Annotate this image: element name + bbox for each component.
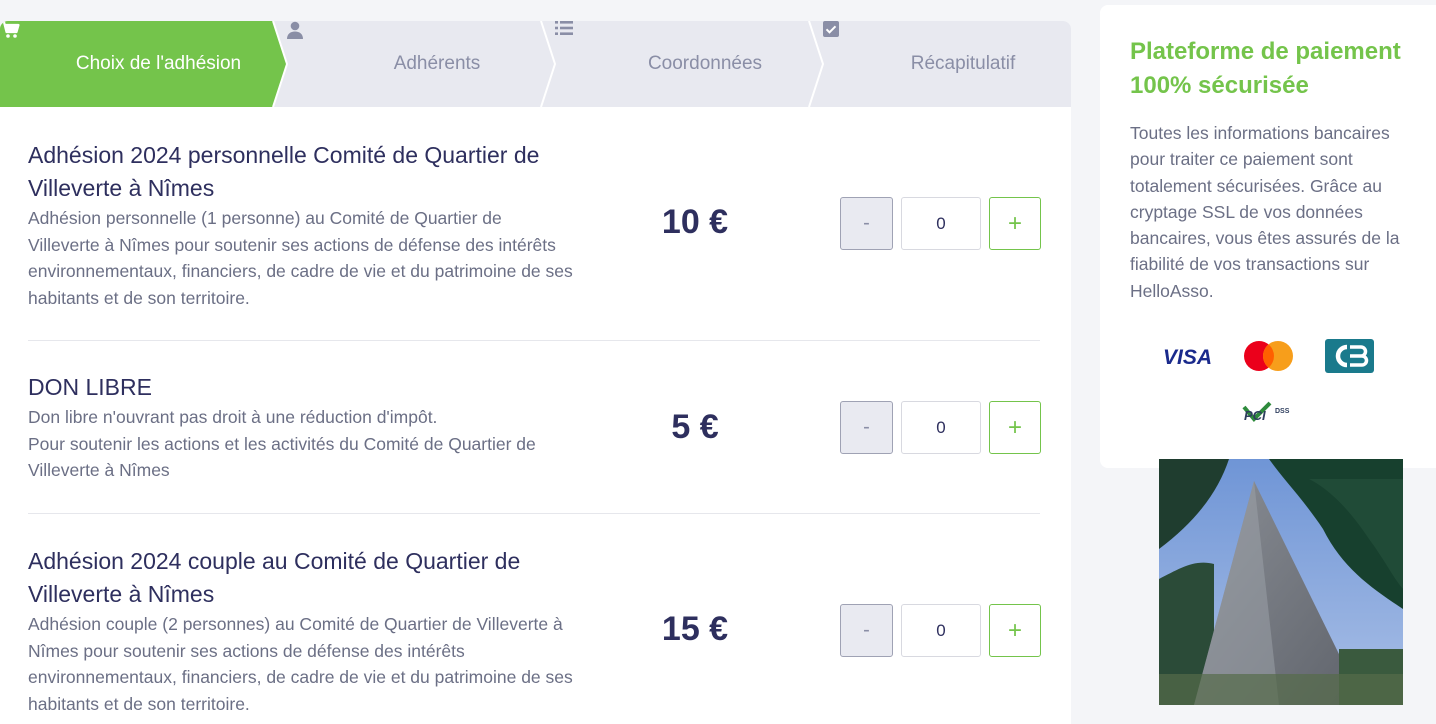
pci-text: PCI xyxy=(1244,408,1266,423)
visa-wordmark: VISA xyxy=(1163,346,1212,369)
quantity-stepper: - + xyxy=(840,604,1041,657)
step-recapitulatif[interactable]: Récapitulatif xyxy=(823,21,1071,107)
quantity-stepper: - + xyxy=(840,197,1041,250)
increment-button[interactable]: + xyxy=(989,604,1041,657)
quantity-input[interactable] xyxy=(901,401,981,454)
increment-button[interactable]: + xyxy=(989,401,1041,454)
step-adherents[interactable]: Adhérents xyxy=(287,21,555,107)
quantity-input[interactable] xyxy=(901,604,981,657)
increment-button[interactable]: + xyxy=(989,197,1041,250)
decrement-button[interactable]: - xyxy=(840,197,893,250)
pci-dss-logo: PCI DSS xyxy=(1242,401,1290,423)
stone-pyramid-image xyxy=(1159,459,1403,705)
visa-logo: VISA xyxy=(1163,346,1212,369)
step-label: Coordonnées xyxy=(647,53,763,74)
step-coordonnees[interactable]: Coordonnées xyxy=(555,21,823,107)
secure-payment-card: Plateforme de paiement 100% sécurisée To… xyxy=(1100,5,1436,468)
product-title: Adhésion 2024 couple au Comité de Quarti… xyxy=(28,548,521,607)
payment-logos-graphic: VISA PCI DSS xyxy=(1163,339,1374,423)
product-price: 5 € xyxy=(671,408,719,446)
product-title: DON LIBRE xyxy=(28,374,152,400)
step-choix-adhesion[interactable]: Choix de l'adhésion xyxy=(0,21,285,107)
checkbox-icon xyxy=(823,21,899,74)
checkout-stepper: Choix de l'adhésion Adhérents Coordonnée… xyxy=(0,21,1071,107)
mastercard-logo xyxy=(1244,341,1293,371)
decrement-button[interactable]: - xyxy=(840,401,893,454)
secure-payment-title: Plateforme de paiement 100% sécurisée xyxy=(1130,38,1401,99)
product-price: 10 € xyxy=(661,203,729,241)
cart-icon xyxy=(1,21,64,74)
step-label: Adhérents xyxy=(393,53,481,74)
product-price: 15 € xyxy=(661,610,729,648)
cb-logo xyxy=(1325,339,1374,373)
payment-logos: VISA PCI DSS xyxy=(1100,335,1436,440)
product-title: Adhésion 2024 personnelle Comité de Quar… xyxy=(28,142,540,201)
divider xyxy=(28,513,1040,514)
decrement-button[interactable]: - xyxy=(840,604,893,657)
dss-text: DSS xyxy=(1275,408,1290,415)
user-icon xyxy=(287,21,382,74)
product-item: Adhésion 2024 couple au Comité de Quarti… xyxy=(28,545,1041,724)
product-item: DON LIBRE Don libre n'ouvrant pas droit … xyxy=(28,371,1041,511)
product-description: Adhésion couple (2 personnes) au Comité … xyxy=(28,614,573,714)
step-label: Choix de l'adhésion xyxy=(75,53,242,74)
quantity-stepper: - + xyxy=(840,401,1041,454)
secure-payment-text: Toutes les informations bancaires pour t… xyxy=(1130,123,1400,301)
membership-card: Choix de l'adhésion Adhérents Coordonnée… xyxy=(0,21,1071,724)
product-description: Don libre n'ouvrant pas droit à une rédu… xyxy=(28,407,536,480)
quantity-input[interactable] xyxy=(901,197,981,250)
divider xyxy=(28,340,1040,341)
product-item: Adhésion 2024 personnelle Comité de Quar… xyxy=(28,139,1041,329)
list-icon xyxy=(555,21,636,74)
association-photo xyxy=(1159,459,1403,705)
product-description: Adhésion personnelle (1 personne) au Com… xyxy=(28,208,573,308)
step-label: Récapitulatif xyxy=(910,53,1016,74)
